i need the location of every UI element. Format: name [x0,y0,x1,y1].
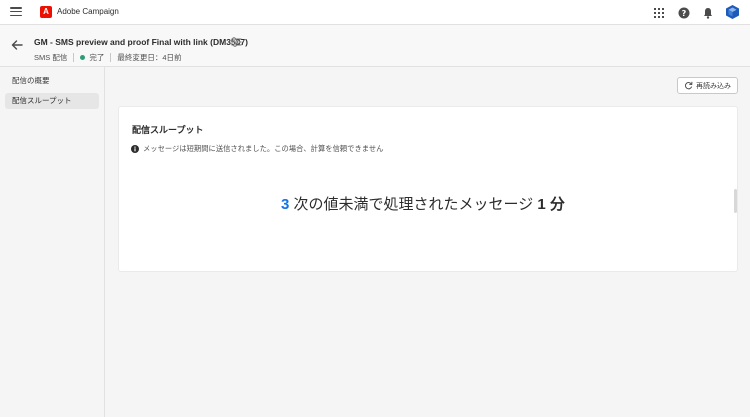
menu-icon[interactable] [10,7,22,17]
scrollbar[interactable] [734,189,737,213]
metric-text: 次の値未満で処理されたメッセージ [293,196,534,213]
settings-sliders-icon[interactable] [231,37,242,47]
svg-text:?: ? [682,9,687,18]
refresh-icon [685,81,693,90]
nav-item-delivery-summary[interactable]: 配信の概要 [5,73,99,89]
reload-label: 再読み込み [696,82,731,90]
left-nav: 配信の概要 配信スループット [0,67,105,417]
divider [110,53,112,62]
metric-duration: 1 分 [537,196,565,213]
status-label: 完了 [89,53,105,62]
status-dot-icon [80,55,86,60]
card-title: 配信スループット [132,125,204,135]
info-message: メッセージは短期間に送信されました。この場合、計算を信頼できません [131,144,383,154]
back-arrow-icon[interactable] [10,39,24,51]
help-icon[interactable]: ? [677,6,691,20]
page-title: GM - SMS preview and proof Final with li… [34,37,248,47]
nav-item-delivery-throughput[interactable]: 配信スループット [5,93,99,109]
delivery-meta: SMS 配信 完了 最終変更日：4日前 [34,52,182,63]
bell-icon[interactable] [701,6,715,20]
divider [73,53,75,62]
brand-name: Adobe Campaign [57,7,119,16]
metric-count: 3 [281,196,290,213]
avatar[interactable] [725,4,740,20]
throughput-card: 配信スループット メッセージは短期間に送信されました。この場合、計算を信頼できま… [118,106,738,272]
apps-grid-icon[interactable] [652,6,666,20]
throughput-metric: 3 次の値未満で処理されたメッセージ 1 分 [281,193,565,214]
reload-button[interactable]: 再読み込み [677,77,738,94]
last-modified: 最終変更日：4日前 [117,53,182,62]
top-bar: A Adobe Campaign ? [0,0,750,25]
adobe-logo: A [40,6,52,18]
info-icon [131,145,139,153]
page-header: GM - SMS preview and proof Final with li… [0,25,750,67]
channel-label: SMS 配信 [34,53,68,62]
info-message-text: メッセージは短期間に送信されました。この場合、計算を信頼できません [143,144,384,153]
